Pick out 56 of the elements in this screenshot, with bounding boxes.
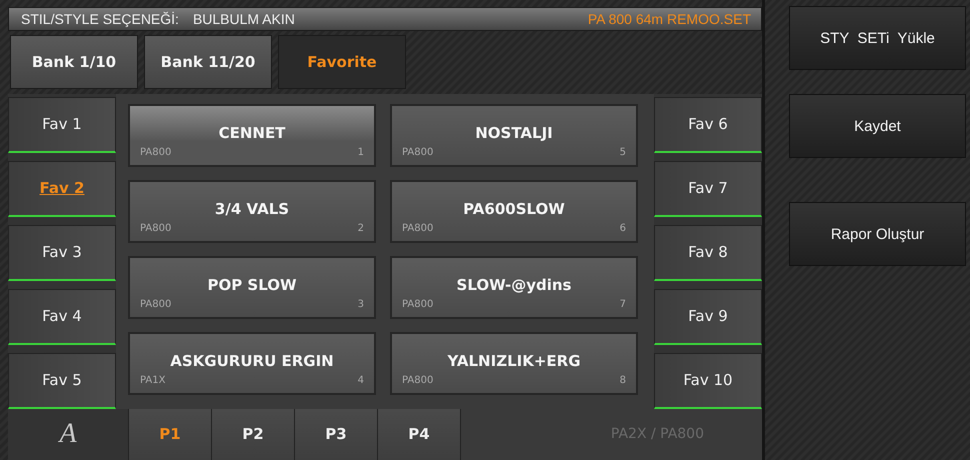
favorite-button[interactable]: Fav 3: [8, 224, 116, 281]
style-card[interactable]: POP SLOW PA800 3: [128, 256, 376, 319]
style-number: 5: [620, 146, 626, 158]
favorite-button[interactable]: Fav 4: [8, 288, 116, 345]
page-tab[interactable]: P2: [211, 408, 294, 460]
favorite-button[interactable]: Fav 9: [654, 288, 762, 345]
favorite-button[interactable]: Fav 10: [654, 352, 762, 409]
style-card[interactable]: ASKGURURU ERGIN PA1X 4: [128, 332, 376, 395]
page-tab[interactable]: P4: [377, 408, 460, 460]
style-model: PA800: [140, 146, 172, 158]
style-number: 6: [620, 222, 626, 234]
style-model: PA800: [402, 374, 434, 386]
style-label: STIL/STYLE SEÇENEĞİ:: [21, 10, 179, 27]
style-model: PA800: [402, 222, 434, 234]
set-name: PA 800 64m REMOO.SET: [588, 10, 751, 27]
style-number: 2: [358, 222, 364, 234]
style-model: PA800: [140, 222, 172, 234]
favorite-button[interactable]: Fav 1: [8, 96, 116, 153]
favorite-button[interactable]: Fav 8: [654, 224, 762, 281]
style-card[interactable]: YALNIZLIK+ERG PA800 8: [390, 332, 638, 395]
bank-tab[interactable]: Bank 11/20: [144, 35, 272, 90]
style-card[interactable]: 3/4 VALS PA800 2: [128, 180, 376, 243]
bank-tab[interactable]: Favorite: [278, 35, 406, 90]
favorite-button[interactable]: Fav 2: [8, 160, 116, 217]
action-button[interactable]: Rapor Oluştur: [789, 202, 966, 266]
action-button[interactable]: Kaydet: [789, 94, 966, 158]
style-number: 4: [358, 374, 364, 386]
style-card[interactable]: CENNET PA800 1: [128, 104, 376, 167]
style-name: POP SLOW: [207, 276, 297, 294]
style-model: PA800: [402, 146, 434, 158]
style-number: 7: [620, 298, 626, 310]
style-number: 3: [358, 298, 364, 310]
style-model: PA1X: [140, 374, 166, 386]
action-button[interactable]: STY SETi Yükle: [789, 6, 966, 70]
style-number: 8: [620, 374, 626, 386]
style-card[interactable]: PA600SLOW PA800 6: [390, 180, 638, 243]
bank-tab[interactable]: Bank 1/10: [10, 35, 138, 90]
style-model: PA800: [140, 298, 172, 310]
style-name: PA600SLOW: [463, 200, 565, 218]
style-model: PA800: [402, 298, 434, 310]
style-card[interactable]: NOSTALJI PA800 5: [390, 104, 638, 167]
favorite-button[interactable]: Fav 6: [654, 96, 762, 153]
style-name: NOSTALJI: [475, 124, 553, 142]
style-name: 3/4 VALS: [214, 200, 290, 218]
style-card[interactable]: SLOW-@ydins PA800 7: [390, 256, 638, 319]
style-name: BULBULM AKIN: [192, 10, 295, 27]
style-name: ASKGURURU ERGIN: [170, 352, 334, 370]
style-number: 1: [358, 146, 364, 158]
favorite-button[interactable]: Fav 5: [8, 352, 116, 409]
page-tab[interactable]: P1: [128, 408, 211, 460]
favorite-button[interactable]: Fav 7: [654, 160, 762, 217]
page-tab[interactable]: P3: [294, 408, 377, 460]
style-name: SLOW-@ydins: [456, 276, 572, 294]
style-name: CENNET: [218, 124, 286, 142]
style-name: YALNIZLIK+ERG: [447, 352, 581, 370]
logo: A: [8, 408, 128, 460]
